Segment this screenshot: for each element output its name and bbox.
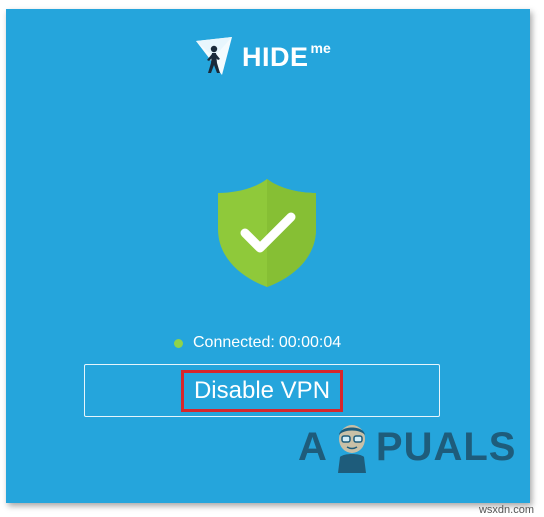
mascot-icon <box>337 425 366 473</box>
shield-check-icon <box>218 179 316 287</box>
connection-timer: 00:00:04 <box>278 334 342 351</box>
disable-vpn-button[interactable]: Disable VPN <box>84 364 440 417</box>
hide-me-logo-icon <box>196 37 232 75</box>
brand-name: HIDE <box>242 42 309 72</box>
appuals-watermark: A PUALS <box>298 417 516 477</box>
watermark-right-text: PUALS <box>375 424 517 469</box>
site-credit: wsxdn.com <box>478 504 534 516</box>
brand-suffix: me <box>310 40 331 56</box>
connection-status: Connected: 00:00:04 <box>174 331 341 355</box>
vpn-app-window: HIDE me Connected: 00:00:04 Disable VPN … <box>6 9 530 503</box>
watermark-left-text: A <box>298 424 328 469</box>
disable-vpn-label: Disable VPN <box>180 369 344 412</box>
app-logo: HIDE me <box>192 35 331 79</box>
status-indicator-dot <box>174 338 183 348</box>
status-label: Connected: <box>193 334 275 351</box>
